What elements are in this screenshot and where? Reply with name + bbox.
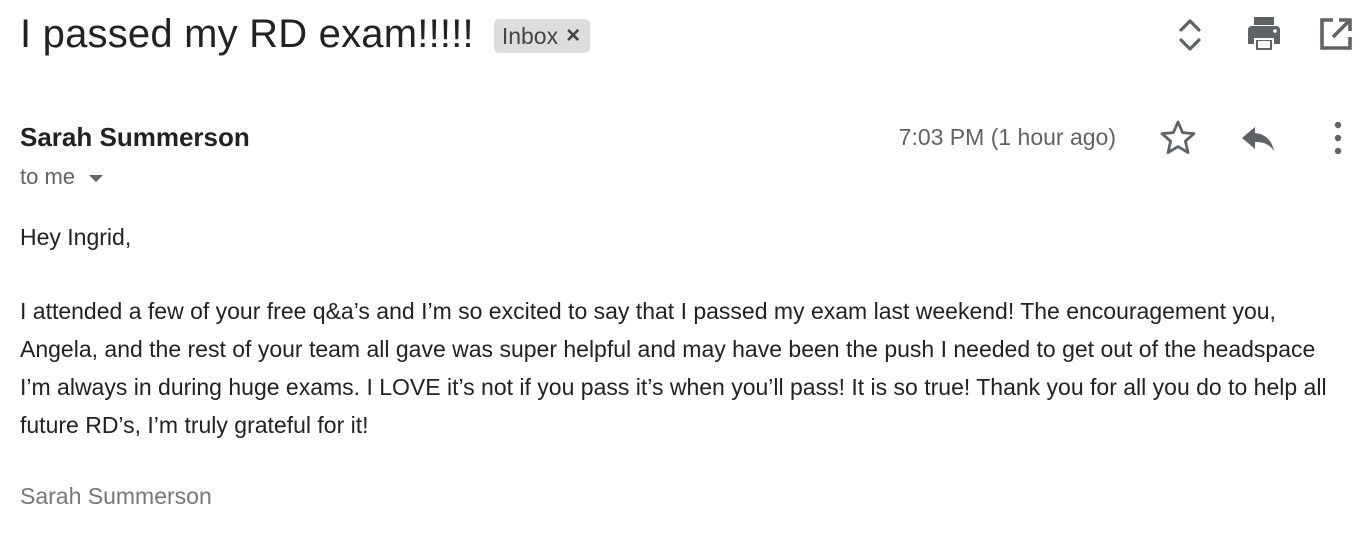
open-in-new-window-icon[interactable] [1316, 14, 1356, 54]
more-options-icon[interactable] [1318, 118, 1358, 158]
message-timestamp: 7:03 PM (1 hour ago) [898, 124, 1116, 150]
print-icon[interactable] [1244, 14, 1284, 54]
label-chip-text: Inbox [501, 22, 559, 49]
message-greeting: Hey Ingrid, [20, 224, 132, 250]
remove-label-button[interactable]: × [566, 24, 580, 48]
message-paragraph: I attended a few of your free q&a’s and … [20, 298, 1327, 438]
message-body: Hey Ingrid, I attended a few of your fre… [20, 218, 1340, 444]
email-subject: I passed my RD exam!!!!! [20, 11, 474, 56]
subject-row: I passed my RD exam!!!!! Inbox × [20, 8, 591, 60]
thread-toolbar [1170, 14, 1370, 54]
sender-name[interactable]: Sarah Summerson [20, 122, 250, 153]
star-icon[interactable] [1158, 118, 1198, 158]
reply-icon[interactable] [1238, 118, 1278, 158]
caret-down-icon [89, 174, 104, 182]
message-signature: Sarah Summerson [20, 483, 212, 509]
inbox-label-chip[interactable]: Inbox × [493, 19, 591, 53]
recipient-details-toggle[interactable]: to me [20, 164, 104, 190]
recipient-label: to me [20, 164, 76, 189]
expand-collapse-icon[interactable] [1170, 14, 1210, 54]
